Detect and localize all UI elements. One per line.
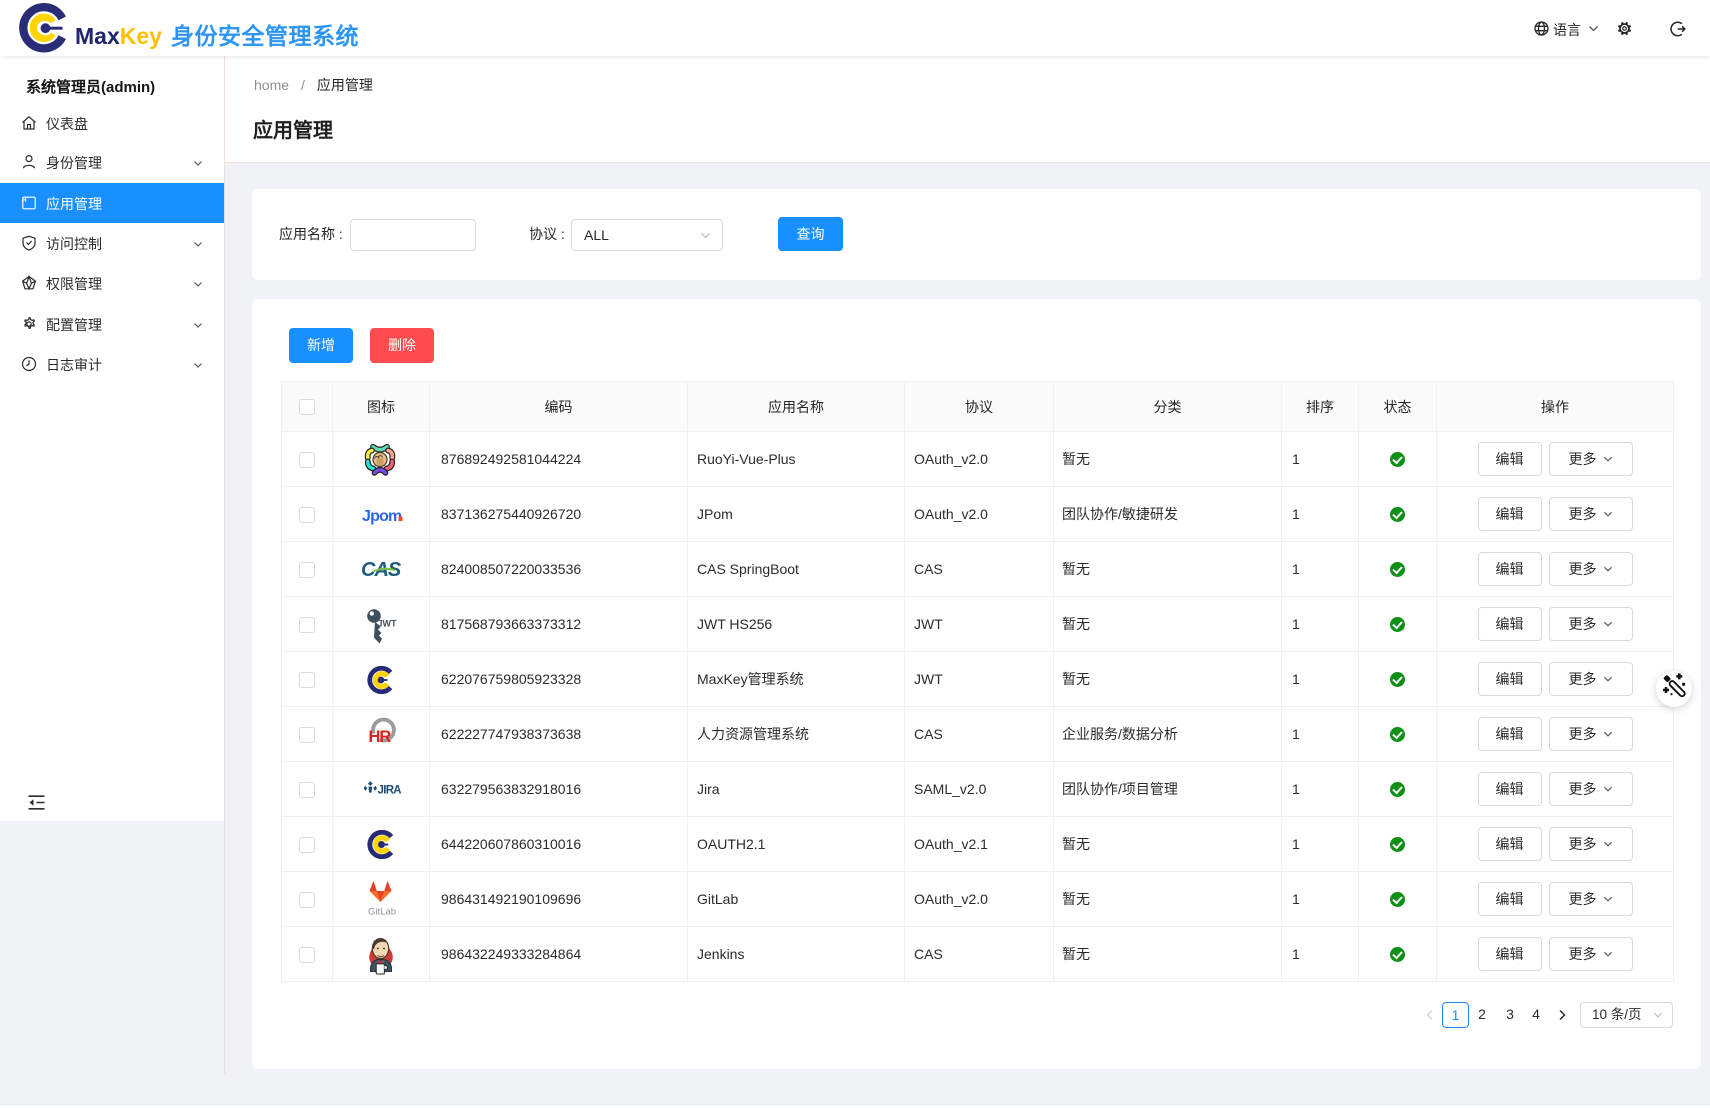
svg-text:JIRA: JIRA [378, 785, 402, 797]
svg-text:GitLab: GitLab [368, 907, 396, 918]
svg-text:HR: HR [369, 728, 392, 745]
svg-text:Jpom: Jpom [362, 508, 402, 525]
svg-text:CAS: CAS [361, 559, 402, 581]
svg-text:JWT: JWT [378, 619, 398, 629]
